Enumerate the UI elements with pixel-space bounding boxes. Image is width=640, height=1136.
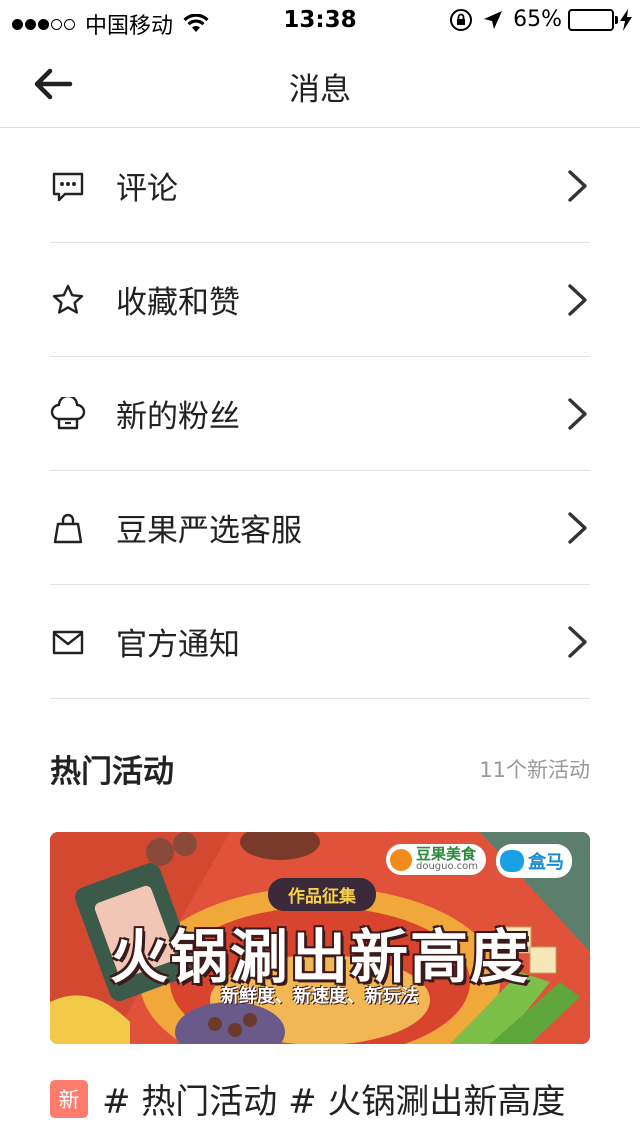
mail-icon xyxy=(50,624,86,660)
menu-item-label: 评论 xyxy=(116,171,178,207)
menu-item-official-notices[interactable]: 官方通知 xyxy=(50,585,590,699)
brand-name: 豆果美食 xyxy=(416,845,477,863)
hot-activities-header: 热门活动 11个新活动 xyxy=(50,738,590,794)
status-right: 65% xyxy=(449,7,632,32)
message-menu: 评论 收藏和赞 新的粉丝 豆果严选客服 官方通知 xyxy=(50,129,590,699)
menu-item-label: 收藏和赞 xyxy=(116,285,240,321)
menu-item-comments[interactable]: 评论 xyxy=(50,129,590,243)
comment-icon xyxy=(50,168,86,204)
shopping-bag-icon xyxy=(50,510,86,546)
location-arrow-icon xyxy=(484,10,503,29)
menu-item-favorites-likes[interactable]: 收藏和赞 xyxy=(50,243,590,357)
status-bar: 中国移动 13:38 65% xyxy=(0,0,640,40)
star-icon xyxy=(50,282,86,318)
page-title: 消息 xyxy=(289,72,351,108)
brand-badge-hema: 盒马 xyxy=(496,844,572,878)
activity-banner[interactable]: 豆果美食 douguo.com 盒马 作品征集 火锅涮出新高度 新鲜度、新速度、… xyxy=(50,832,590,1044)
orange-logo-icon xyxy=(390,848,412,871)
activity-title-row[interactable]: 新 # 热门活动 # 火锅涮出新高度 xyxy=(50,1074,610,1123)
orientation-lock-icon xyxy=(450,8,473,31)
navigation-bar: 消息 xyxy=(0,40,640,128)
activity-title: # 热门活动 # 火锅涮出新高度 xyxy=(102,1082,566,1122)
hippo-logo-icon xyxy=(500,850,524,872)
battery-icon xyxy=(568,8,618,31)
new-badge: 新 xyxy=(50,1079,88,1118)
section-title: 热门活动 xyxy=(50,754,174,790)
menu-item-label: 新的粉丝 xyxy=(116,399,240,435)
chevron-right-icon xyxy=(568,512,587,544)
menu-item-new-fans[interactable]: 新的粉丝 xyxy=(50,357,590,471)
banner-tag: 作品征集 xyxy=(268,878,376,911)
banner-subline: 新鲜度、新速度、新玩法 xyxy=(221,986,419,1007)
chevron-right-icon xyxy=(568,170,587,202)
charging-bolt-icon xyxy=(620,8,632,31)
brand-url: douguo.com xyxy=(416,861,478,872)
chevron-right-icon xyxy=(568,626,587,658)
menu-item-label: 官方通知 xyxy=(116,627,240,663)
menu-item-customer-service[interactable]: 豆果严选客服 xyxy=(50,471,590,585)
brand-badge-douguo: 豆果美食 douguo.com xyxy=(386,844,486,875)
new-activities-count[interactable]: 11个新活动 xyxy=(479,754,590,784)
chef-hat-icon xyxy=(50,396,86,432)
chevron-right-icon xyxy=(568,284,587,316)
menu-item-label: 豆果严选客服 xyxy=(116,513,302,549)
chevron-right-icon xyxy=(568,398,587,430)
brand-name: 盒马 xyxy=(528,852,564,873)
battery-percent: 65% xyxy=(513,7,562,32)
